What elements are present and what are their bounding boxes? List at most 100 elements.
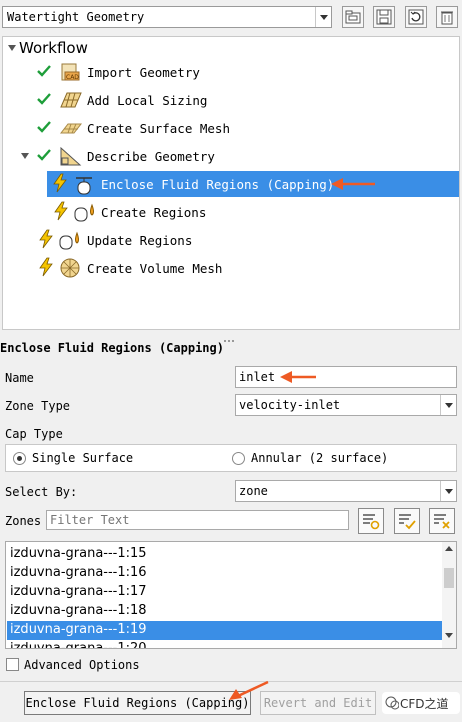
revert-button-label: Revert and Edit (263, 696, 373, 710)
cap-type-label: Cap Type (5, 427, 63, 441)
workflow-item-describe-geometry[interactable]: Describe Geometry (3, 143, 459, 169)
open-workflow-button[interactable] (342, 6, 364, 28)
name-field[interactable]: inlet (235, 366, 457, 388)
list-item-selected[interactable]: izduvna-grana---1:19 (7, 621, 442, 640)
advanced-options-checkbox[interactable] (6, 658, 19, 671)
list-item[interactable]: izduvna-grana---1:18 (7, 602, 442, 621)
cap-annular-radio[interactable] (232, 452, 245, 465)
zone-type-label: Zone Type (5, 399, 71, 413)
workflow-item-update-regions[interactable]: Update Regions (3, 227, 459, 253)
refresh-workflow-button[interactable] (405, 6, 427, 28)
advanced-options-label: Advanced Options (24, 658, 140, 672)
list-item-label: izduvna-grana---1:18 (10, 603, 147, 618)
regions-icon (74, 203, 94, 222)
check-icon (37, 65, 51, 77)
scroll-thumb[interactable] (444, 568, 454, 588)
workflow-item-label: Update Regions (87, 233, 193, 248)
list-item-label: izduvna-grana---1:20 (10, 641, 147, 649)
zone-type-value: velocity-inlet (239, 398, 341, 412)
workflow-item-create-volume-mesh[interactable]: Create Volume Mesh (3, 255, 459, 281)
delete-workflow-button[interactable] (436, 6, 458, 28)
zone-type-select[interactable]: velocity-inlet (235, 394, 457, 416)
check-icon (37, 149, 51, 161)
scroll-down-icon[interactable] (445, 633, 453, 638)
filter-list-icon (363, 514, 380, 530)
zones-label: Zones (5, 514, 42, 528)
zones-filter-input[interactable] (46, 510, 349, 530)
revert-and-edit-button[interactable]: Revert and Edit (260, 691, 376, 715)
lightning-icon (54, 201, 68, 221)
svg-text:CAD: CAD (66, 74, 79, 81)
folder-icon (345, 10, 361, 24)
zones-filter-button[interactable] (358, 508, 384, 534)
cap-single-label: Single Surface (32, 451, 134, 465)
scroll-up-icon[interactable] (445, 546, 453, 551)
expand-caret-icon[interactable] (21, 153, 29, 159)
zones-list[interactable]: izduvna-grana---1:15 izduvna-grana---1:1… (5, 541, 457, 649)
list-item-label: izduvna-grana---1:19 (10, 622, 147, 637)
select-by-value: zone (239, 484, 268, 498)
cap-type-group: Single Surface Annular (2 surface) (5, 444, 457, 472)
workflow-item-enclose-fluid-regions[interactable]: Enclose Fluid Regions (Capping) (47, 171, 459, 197)
name-label: Name (5, 371, 34, 385)
enclose-fluid-regions-button[interactable]: Enclose Fluid Regions (Capping) (24, 691, 251, 715)
workflow-item-label: Import Geometry (87, 65, 200, 80)
save-icon (376, 9, 392, 25)
workflow-select-value: Watertight Geometry (7, 10, 145, 24)
volume-mesh-icon (60, 258, 80, 278)
primary-button-label: Enclose Fluid Regions (Capping) (25, 696, 250, 710)
refresh-icon (408, 9, 424, 25)
workflow-item-label: Enclose Fluid Regions (Capping) (101, 177, 335, 192)
cap-single-radio[interactable] (13, 452, 26, 465)
cad-icon: CAD (61, 63, 80, 81)
select-by-select[interactable]: zone (235, 480, 457, 502)
lightning-icon (39, 229, 53, 249)
list-item[interactable]: izduvna-grana---1:15 (7, 545, 442, 564)
check-icon (37, 93, 51, 105)
save-workflow-button[interactable] (373, 6, 395, 28)
workflow-item-import-geometry[interactable]: CAD Import Geometry (3, 59, 459, 85)
workflow-item-label: Describe Geometry (87, 149, 215, 164)
workflow-select[interactable]: Watertight Geometry (2, 6, 332, 28)
lightning-icon (53, 173, 67, 193)
mesh-grid-icon (60, 92, 82, 108)
chevron-down-icon[interactable] (440, 481, 456, 501)
watermark: CFD之道 (382, 692, 460, 714)
capping-icon (76, 177, 92, 195)
list-item-label: izduvna-grana---1:16 (10, 565, 147, 580)
workflow-item-add-local-sizing[interactable]: Add Local Sizing (3, 87, 459, 113)
wechat-icon (385, 696, 399, 710)
chevron-down-icon[interactable] (440, 395, 456, 415)
list-item-label: izduvna-grana---1:17 (10, 584, 147, 599)
annotation-arrow-icon (331, 178, 375, 190)
trash-icon (441, 11, 453, 25)
cap-annular-label: Annular (2 surface) (251, 451, 389, 465)
annotation-arrow-icon (280, 371, 316, 383)
lightning-icon (39, 257, 53, 277)
workflow-item-label: Add Local Sizing (87, 93, 208, 108)
check-icon (37, 121, 51, 133)
geometry-icon (60, 146, 82, 166)
chevron-down-icon[interactable] (315, 7, 331, 27)
watermark-text: CFD之道 (400, 697, 449, 711)
task-panel-title: Enclose Fluid Regions (Capping) (0, 341, 224, 355)
workflow-item-label: Create Volume Mesh (87, 261, 223, 276)
update-regions-icon (59, 231, 79, 250)
collapse-caret-icon[interactable] (8, 45, 16, 51)
splitter-handle[interactable] (224, 331, 238, 342)
list-item[interactable]: izduvna-grana---1:20 (7, 640, 442, 649)
workflow-title: Workflow (19, 39, 88, 57)
workflow-tree: Workflow CAD Import Geometry Add Local S… (2, 36, 460, 330)
select-all-zones-button[interactable] (394, 508, 420, 534)
surface-mesh-icon (59, 123, 83, 134)
workflow-item-create-surface-mesh[interactable]: Create Surface Mesh (3, 115, 459, 141)
workflow-item-label: Create Regions (101, 205, 207, 220)
zones-list-scrollbar[interactable] (442, 542, 456, 648)
deselect-all-zones-button[interactable] (429, 508, 455, 534)
workflow-item-create-regions[interactable]: Create Regions (3, 199, 459, 225)
list-item[interactable]: izduvna-grana---1:17 (7, 583, 442, 602)
select-by-label: Select By: (5, 485, 78, 499)
list-item[interactable]: izduvna-grana---1:16 (7, 564, 442, 583)
name-field-value: inlet (239, 370, 276, 384)
list-item-label: izduvna-grana---1:15 (10, 546, 147, 561)
